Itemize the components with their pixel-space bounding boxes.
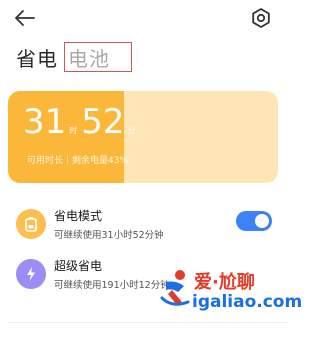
gear-icon (252, 8, 270, 28)
mascot-icon (160, 270, 190, 306)
remaining-time: 31 时 52 分 (23, 105, 140, 139)
minutes-unit: 分 (127, 126, 136, 135)
battery-saver-icon (16, 209, 46, 239)
page-title[interactable]: 省电 (16, 43, 58, 72)
lightning-icon (16, 259, 46, 289)
tab-battery-label: 电池 (68, 46, 110, 71)
power-saving-mode-title: 省电模式 (54, 209, 103, 223)
watermark-url: igaliao.com (192, 292, 303, 312)
battery-card: 31 时 52 分 可用时长｜剩余电量43% (8, 91, 278, 183)
power-saving-mode-desc: 可继续使用31小时52分钟 (54, 230, 164, 241)
power-saving-mode-row[interactable]: 省电模式 可继续使用31小时52分钟 (0, 205, 305, 245)
bottom-divider (8, 322, 288, 323)
minutes-value: 52 (81, 102, 125, 142)
title-row: 省电 电池 (16, 42, 132, 72)
watermark-text: 爱·尬聊 (194, 272, 255, 293)
ultra-power-saving-desc: 可继续使用191小时12分钟 (54, 280, 170, 291)
hours-unit: 时 (69, 126, 78, 135)
settings-button[interactable] (250, 7, 272, 29)
top-bar (0, 0, 305, 36)
hours-value: 31 (23, 102, 67, 142)
power-saving-toggle[interactable] (236, 211, 272, 231)
arrow-left-icon (15, 10, 35, 26)
toggle-knob (255, 214, 269, 228)
tab-battery[interactable]: 电池 (64, 42, 132, 72)
battery-subtitle: 可用时长｜剩余电量43% (27, 156, 129, 166)
ultra-power-saving-title: 超级省电 (54, 259, 103, 273)
back-button[interactable] (14, 8, 36, 28)
